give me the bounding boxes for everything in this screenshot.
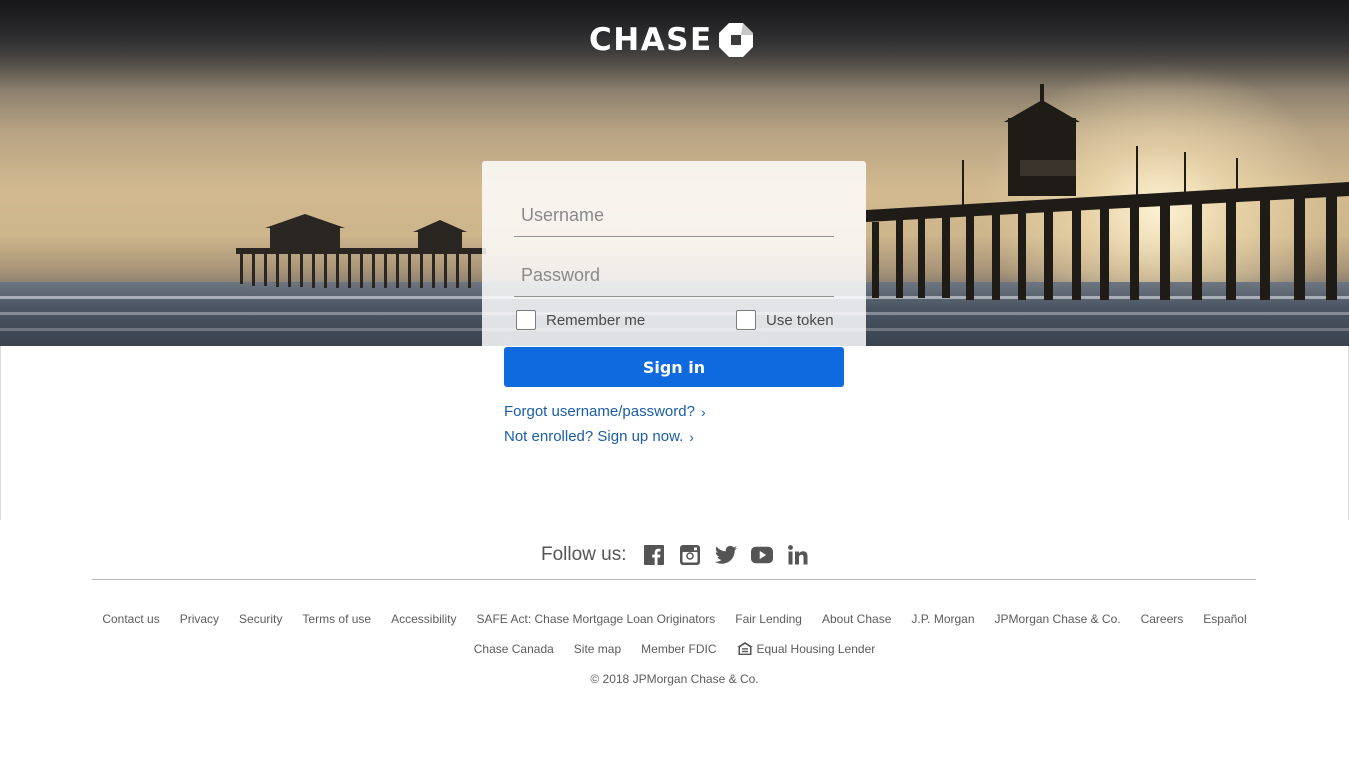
facebook-icon[interactable] [643,544,665,566]
remember-me-label[interactable]: Remember me [546,312,645,329]
chase-logo[interactable]: CHASE [589,22,753,58]
enroll-link[interactable]: Not enrolled? Sign up now. › [504,428,694,445]
chevron-right-icon: › [689,428,694,445]
use-token-checkbox[interactable] [736,310,756,330]
equal-housing-icon [736,642,753,655]
footer-link-member-fdic[interactable]: Member FDIC [641,642,716,656]
linkedin-icon[interactable] [787,544,809,566]
sign-in-button[interactable]: Sign in [504,347,844,387]
youtube-icon[interactable] [750,544,773,566]
username-field[interactable] [514,195,834,237]
chevron-right-icon: › [700,403,706,420]
equal-housing-label[interactable]: Equal Housing Lender [757,642,876,656]
forgot-credentials-label[interactable]: Forgot username/password? [504,403,695,420]
footer-link-careers[interactable]: Careers [1141,612,1184,626]
footer-link-accessibility[interactable]: Accessibility [391,612,456,626]
remember-me-checkbox[interactable] [516,310,536,330]
footer-links-row-1: Contact us Privacy Security Terms of use… [0,612,1349,626]
footer-link-chase-canada[interactable]: Chase Canada [474,642,554,656]
footer-link-equal-housing[interactable]: Equal Housing Lender [736,642,876,656]
footer-link-contact-us[interactable]: Contact us [102,612,159,626]
footer-link-espanol[interactable]: Español [1203,612,1246,626]
enroll-label[interactable]: Not enrolled? Sign up now. [504,428,683,445]
use-token-label[interactable]: Use token [766,312,834,329]
follow-us-label: Follow us: [541,544,627,565]
footer-link-fair-lending[interactable]: Fair Lending [735,612,802,626]
instagram-icon[interactable] [679,544,701,566]
follow-us-bar: Follow us: [541,540,823,570]
use-token-row[interactable]: Use token [736,309,834,331]
logo-wordmark: CHASE [589,22,713,58]
footer-divider [92,579,1256,580]
footer-link-jp-morgan[interactable]: J.P. Morgan [911,612,974,626]
twitter-icon[interactable] [714,544,737,566]
password-input[interactable] [514,255,834,296]
footer-link-privacy[interactable]: Privacy [180,612,219,626]
footer-link-safe-act[interactable]: SAFE Act: Chase Mortgage Loan Originator… [476,612,715,626]
remember-me-row[interactable]: Remember me [516,309,645,331]
footer-links-row-2: Chase Canada Site map Member FDIC Equal … [0,642,1349,656]
footer-link-about-chase[interactable]: About Chase [822,612,891,626]
footer-link-terms[interactable]: Terms of use [302,612,371,626]
username-input[interactable] [514,195,834,236]
forgot-credentials-link[interactable]: Forgot username/password? › [504,403,706,420]
copyright-text: © 2018 JPMorgan Chase & Co. [590,672,759,686]
chase-octagon-icon [718,23,753,57]
footer-link-jpmorgan-chase[interactable]: JPMorgan Chase & Co. [995,612,1121,626]
footer-link-security[interactable]: Security [239,612,282,626]
footer-link-site-map[interactable]: Site map [574,642,621,656]
password-field[interactable] [514,255,834,297]
